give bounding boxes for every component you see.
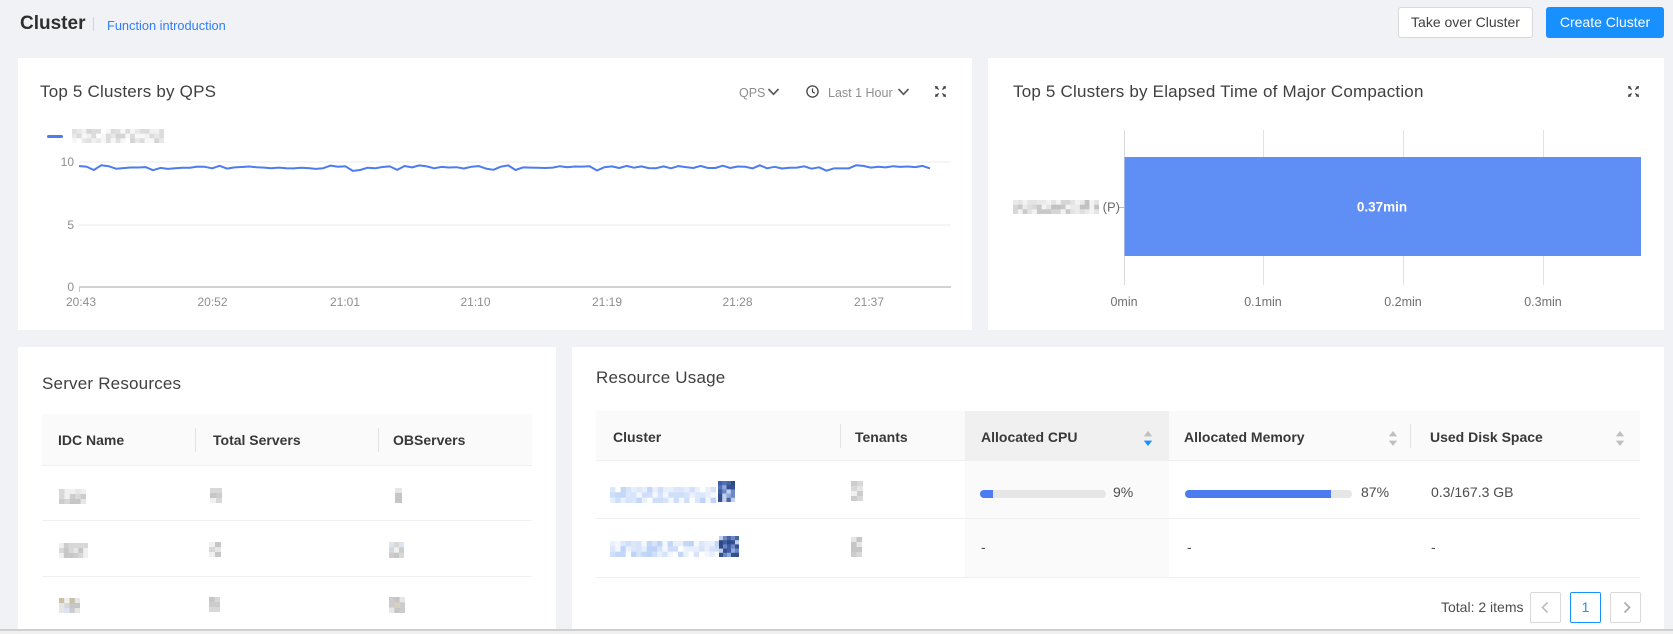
svg-text:0.37min: 0.37min [1357, 200, 1407, 215]
svg-text:21:01: 21:01 [330, 295, 360, 309]
svg-text:20:52: 20:52 [197, 295, 227, 309]
svg-text:0: 0 [67, 280, 74, 294]
svg-text:21:28: 21:28 [722, 295, 752, 309]
svg-text:21:37: 21:37 [854, 295, 884, 309]
svg-text:21:19: 21:19 [592, 295, 622, 309]
svg-text:0.2min: 0.2min [1384, 295, 1422, 309]
svg-text:5: 5 [67, 218, 74, 232]
svg-text:10: 10 [61, 155, 75, 169]
svg-text:21:10: 21:10 [460, 295, 490, 309]
svg-text:0.1min: 0.1min [1244, 295, 1282, 309]
svg-text:(P): (P) [1103, 200, 1120, 215]
svg-text:20:43: 20:43 [66, 295, 96, 309]
svg-text:0min: 0min [1110, 295, 1137, 309]
svg-text:0.3min: 0.3min [1524, 295, 1562, 309]
